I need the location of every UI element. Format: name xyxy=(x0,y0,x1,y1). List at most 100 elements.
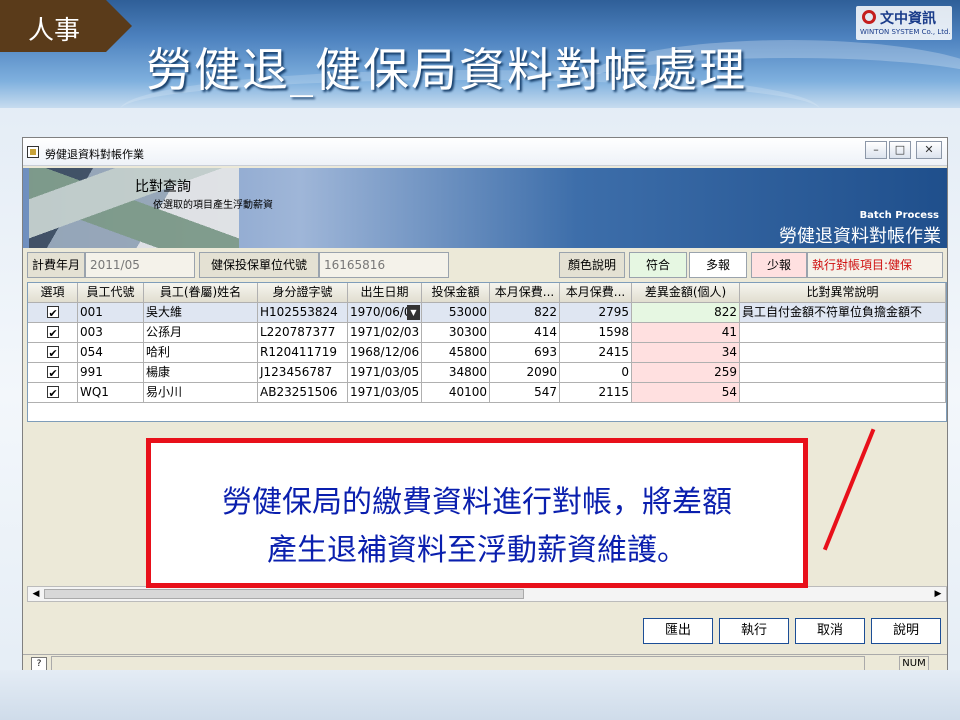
callout-line-1: 勞健保局的繳費資料進行對帳，將差額 xyxy=(222,485,732,520)
cell-name: 楊康 xyxy=(144,363,258,383)
cell-name: 吳大維 xyxy=(144,303,258,323)
cell-birth-date: 1971/03/05 xyxy=(348,363,422,383)
banner-subtitle: 依選取的項目產生浮動薪資 xyxy=(153,200,273,211)
cell-insured: 34800 xyxy=(422,363,490,383)
cell-fee-2: 2115 xyxy=(560,383,632,403)
col-header-fee-1[interactable]: 本月保費... xyxy=(490,283,560,303)
row-checkbox[interactable] xyxy=(28,323,78,343)
cell-note xyxy=(740,363,946,383)
check-icon[interactable] xyxy=(46,364,59,382)
cell-emp-id: 054 xyxy=(78,343,144,363)
brand-mark-icon xyxy=(862,10,876,24)
close-button[interactable]: ✕ xyxy=(916,141,942,159)
legend-under-reported: 少報 xyxy=(751,252,807,278)
unit-code-label: 健保投保單位代號 xyxy=(199,252,319,278)
program-title: 勞健退資料對帳作業 xyxy=(779,226,941,247)
reconciliation-table[interactable]: 選項 員工代號 員工(眷屬)姓名 身分證字號 出生日期 投保金額 本月保費...… xyxy=(27,282,947,422)
slide-title: 勞健退_健保局資料對帳處理 xyxy=(146,43,747,97)
cell-birth-date: 1968/12/06 xyxy=(348,343,422,363)
birth-date-value: 1970/06/0 xyxy=(350,305,412,319)
cell-emp-id: 003 xyxy=(78,323,144,343)
execute-button[interactable]: 執行 xyxy=(719,618,789,644)
col-header-diff[interactable]: 差異金額(個人) xyxy=(632,283,740,303)
scrollbar-thumb[interactable] xyxy=(44,589,524,599)
cell-name: 公孫月 xyxy=(144,323,258,343)
cancel-button[interactable]: 取消 xyxy=(795,618,865,644)
num-lock-indicator: NUM xyxy=(899,656,929,671)
unit-code-field[interactable]: 16165816 xyxy=(319,252,449,278)
table-row[interactable]: WQ1 易小川 AB23251506 1971/03/05 40100 547 … xyxy=(28,383,946,403)
callout-line-2: 產生退補資料至浮動薪資維護。 xyxy=(267,533,687,568)
cell-id-no: J123456787 xyxy=(258,363,348,383)
col-header-note[interactable]: 比對異常說明 xyxy=(740,283,946,303)
status-pane xyxy=(51,656,865,671)
cell-id-no: R120411719 xyxy=(258,343,348,363)
scroll-right-icon[interactable]: ▶ xyxy=(932,588,944,600)
cell-fee-2: 2415 xyxy=(560,343,632,363)
cell-emp-id: WQ1 xyxy=(78,383,144,403)
exec-item-label: 執行對帳項目:健保 xyxy=(807,252,943,278)
cell-name: 易小川 xyxy=(144,383,258,403)
check-icon[interactable] xyxy=(46,384,59,402)
horizontal-scrollbar[interactable]: ◀ ▶ xyxy=(27,586,947,602)
cell-diff: 41 xyxy=(632,323,740,343)
col-header-fee-2[interactable]: 本月保費... xyxy=(560,283,632,303)
cell-emp-id: 001 xyxy=(78,303,144,323)
cell-diff: 34 xyxy=(632,343,740,363)
help-icon[interactable]: ? xyxy=(31,657,47,671)
cell-fee-1: 822 xyxy=(490,303,560,323)
row-checkbox[interactable] xyxy=(28,303,78,323)
col-header-id-no[interactable]: 身分證字號 xyxy=(258,283,348,303)
brand-logo: 文中資訊 WINTON SYSTEM Co., Ltd. xyxy=(856,6,952,40)
help-button[interactable]: 說明 xyxy=(871,618,941,644)
row-checkbox[interactable] xyxy=(28,363,78,383)
table-row[interactable]: 003 公孫月 L220787377 1971/02/03 30300 414 … xyxy=(28,323,946,343)
banner-title: 比對查詢 xyxy=(135,179,191,195)
batch-process-label: Batch Process xyxy=(859,210,939,221)
row-checkbox[interactable] xyxy=(28,343,78,363)
check-icon[interactable] xyxy=(46,344,59,362)
cell-emp-id: 991 xyxy=(78,363,144,383)
export-button[interactable]: 匯出 xyxy=(643,618,713,644)
minimize-button[interactable]: – xyxy=(865,141,887,159)
table-header-row: 選項 員工代號 員工(眷屬)姓名 身分證字號 出生日期 投保金額 本月保費...… xyxy=(28,283,946,303)
col-header-birth[interactable]: 出生日期 xyxy=(348,283,422,303)
filter-row: 計費年月 2011/05 健保投保單位代號 16165816 顏色說明 符合 多… xyxy=(27,252,947,278)
app-window: 勞健退資料對帳作業 – □ ✕ 比對查詢 依選取的項目產生浮動薪資 Batch … xyxy=(22,137,948,672)
cell-diff: 259 xyxy=(632,363,740,383)
maximize-button[interactable]: □ xyxy=(889,141,911,159)
col-header-select[interactable]: 選項 xyxy=(28,283,78,303)
col-header-emp-id[interactable]: 員工代號 xyxy=(78,283,144,303)
col-header-insured[interactable]: 投保金額 xyxy=(422,283,490,303)
brand-name: 文中資訊 xyxy=(880,11,936,27)
legend-over-reported: 多報 xyxy=(689,252,747,278)
check-icon[interactable] xyxy=(46,304,59,322)
period-field[interactable]: 2011/05 xyxy=(85,252,195,278)
cell-birth-date[interactable]: 1970/06/0 ▼ xyxy=(348,303,422,323)
cell-note xyxy=(740,343,946,363)
table-row[interactable]: 054 哈利 R120411719 1968/12/06 45800 693 2… xyxy=(28,343,946,363)
cell-fee-2: 2795 xyxy=(560,303,632,323)
slide-footer-decoration xyxy=(0,670,960,720)
table-row[interactable]: 991 楊康 J123456787 1971/03/05 34800 2090 … xyxy=(28,363,946,383)
program-banner: 比對查詢 依選取的項目產生浮動薪資 Batch Process 勞健退資料對帳作… xyxy=(23,168,947,248)
cell-fee-1: 414 xyxy=(490,323,560,343)
table-row[interactable]: 001 吳大維 H102553824 1970/06/0▼ 53000 822 … xyxy=(28,303,946,323)
cell-id-no: L220787377 xyxy=(258,323,348,343)
cell-diff: 54 xyxy=(632,383,740,403)
cell-insured: 40100 xyxy=(422,383,490,403)
cell-name: 哈利 xyxy=(144,343,258,363)
window-titlebar[interactable]: 勞健退資料對帳作業 – □ ✕ xyxy=(23,138,947,166)
scroll-left-icon[interactable]: ◀ xyxy=(30,588,42,600)
chevron-down-icon[interactable]: ▼ xyxy=(407,305,420,320)
period-label: 計費年月 xyxy=(27,252,85,278)
row-checkbox[interactable] xyxy=(28,383,78,403)
col-header-name[interactable]: 員工(眷屬)姓名 xyxy=(144,283,258,303)
cell-fee-1: 2090 xyxy=(490,363,560,383)
legend-match: 符合 xyxy=(629,252,687,278)
app-icon xyxy=(27,146,39,158)
check-icon[interactable] xyxy=(46,324,59,342)
cell-note xyxy=(740,383,946,403)
cell-fee-2: 1598 xyxy=(560,323,632,343)
section-tag: 人事 xyxy=(0,0,132,52)
